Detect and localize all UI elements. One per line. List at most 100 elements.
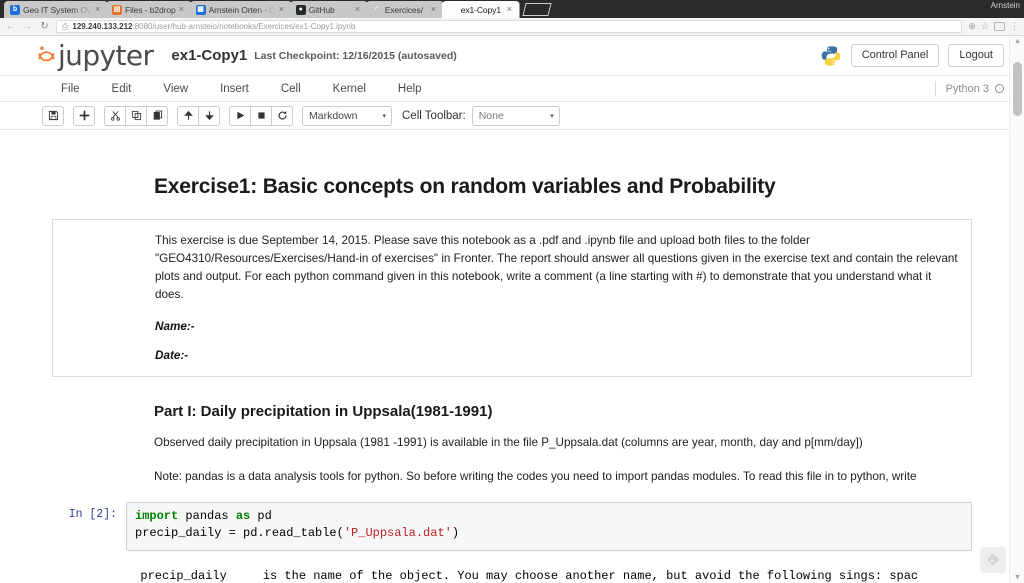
browser-tab-title: Arnstein Orten - O <box>208 4 276 15</box>
kernel-indicator[interactable]: Python 3 <box>934 81 1004 96</box>
notebook-title[interactable]: Exercise1: Basic concepts on random vari… <box>154 175 985 199</box>
paste-cell-button[interactable] <box>146 105 168 126</box>
keyword-as: as <box>235 509 251 524</box>
close-icon[interactable]: × <box>355 5 363 14</box>
code-text: ) <box>451 526 460 541</box>
part1-paragraph-2-text: Note: pandas is a data analysis tools fo… <box>154 470 917 484</box>
browser-urlbar: ← → ↻ ⎙ 129.240.133.212:8080/user/hub-ar… <box>0 18 1024 36</box>
code-cell[interactable]: In [2]: import pandas as pd precip_daily… <box>52 502 972 551</box>
page-info-icon[interactable]: ⎙ <box>62 22 68 32</box>
browser-tab-0[interactable]: b Geo IT System Ove × <box>4 1 108 18</box>
jupyter-icon: ◜ <box>375 6 379 13</box>
code-text: pandas <box>178 509 236 524</box>
toolbar-group-clipboard <box>104 105 168 126</box>
intro-markdown-cell[interactable]: This exercise is due September 14, 2015.… <box>52 219 972 378</box>
logout-button[interactable]: Logout <box>948 44 1004 67</box>
insert-cell-below-button[interactable] <box>73 105 95 126</box>
browser-tab-title: GitHub <box>308 4 335 15</box>
menu-view[interactable]: View <box>147 83 204 95</box>
browser-tab-3[interactable]: ● GitHub × <box>289 1 368 18</box>
browser-tab-2[interactable]: ▦ Arnstein Orten - O × <box>189 1 292 18</box>
blue-doc-icon: b <box>10 4 20 15</box>
browser-tabstrip: b Geo IT System Ove × ▤ Files - b2drop ×… <box>0 0 1024 18</box>
jupyter-header: jupyter ex1-Copy1 Last Checkpoint: 12/16… <box>0 36 1024 76</box>
url-path: :8080/user/hub-arnsteio/notebooks/Exerci… <box>132 22 356 31</box>
menu-edit[interactable]: Edit <box>96 83 148 95</box>
cut-cell-button[interactable] <box>104 105 126 126</box>
cast-icon[interactable] <box>994 22 1005 31</box>
part1-paragraph-1[interactable]: Observed daily precipitation in Uppsala … <box>154 434 985 452</box>
close-icon[interactable]: × <box>431 5 439 14</box>
browser-tab-4[interactable]: ◜ Exercices/ × <box>365 1 444 18</box>
chevron-down-icon: ▾ <box>382 112 386 120</box>
scrollbar-thumb[interactable] <box>1013 62 1022 116</box>
kernel-idle-icon <box>995 84 1004 93</box>
browser-tab-title: Exercices/ <box>384 4 423 15</box>
close-icon[interactable]: × <box>279 5 287 14</box>
browser-tab-title: Geo IT System Ove <box>23 4 92 15</box>
browser-tab-1[interactable]: ▤ Files - b2drop × <box>106 1 192 18</box>
python-logo-icon <box>820 45 842 67</box>
blue-app-icon: ▦ <box>195 4 206 15</box>
jupyter-wordmark: jupyter <box>58 38 154 72</box>
zoom-icon[interactable]: ⊕ <box>968 21 976 32</box>
jupyter-logo[interactable]: jupyter <box>38 38 154 72</box>
menu-insert[interactable]: Insert <box>204 83 265 95</box>
move-cell-up-button[interactable] <box>177 105 199 126</box>
move-cell-down-button[interactable] <box>198 105 220 126</box>
browser-menu-icon[interactable]: ⋮ <box>1010 21 1019 32</box>
page-scrollbar[interactable]: ▲ ▼ <box>1009 36 1024 583</box>
keyword-import: import <box>135 509 179 524</box>
output-markdown-cell[interactable]: precip_daily is the name of the object. … <box>52 567 972 583</box>
jupyter-toolbar: Markdown ▾ Cell Toolbar: None ▾ <box>0 102 1024 130</box>
last-checkpoint-label: Last Checkpoint: 12/16/2015 (autosaved) <box>254 49 457 62</box>
code-cell-input[interactable]: import pandas as pd precip_daily = pd.re… <box>126 502 972 551</box>
page-corner-badge-icon[interactable] <box>980 547 1006 573</box>
interrupt-kernel-button[interactable] <box>250 105 272 126</box>
back-icon[interactable]: ← <box>5 21 16 32</box>
forward-icon[interactable]: → <box>22 21 33 32</box>
bookmark-star-icon[interactable]: ☆ <box>981 21 989 32</box>
jupyter-notebook-page: jupyter ex1-Copy1 Last Checkpoint: 12/16… <box>0 36 1024 583</box>
run-cell-button[interactable] <box>229 105 251 126</box>
scroll-down-icon[interactable]: ▼ <box>1014 574 1021 581</box>
close-icon[interactable]: × <box>179 5 187 14</box>
output-line-1: precip_daily is the name of the object. … <box>126 568 919 583</box>
restart-kernel-button[interactable] <box>271 105 293 126</box>
toolbar-group-move <box>177 105 220 126</box>
code-string-literal: 'P_Uppsala.dat' <box>343 526 452 541</box>
toolbar-group-save <box>42 105 64 126</box>
url-host: 129.240.133.212 <box>72 22 133 31</box>
menu-file[interactable]: File <box>45 83 96 95</box>
new-tab-button[interactable] <box>522 3 552 16</box>
notebook-name[interactable]: ex1-Copy1 <box>171 47 247 64</box>
reload-icon[interactable]: ↻ <box>39 21 50 32</box>
close-icon[interactable]: × <box>507 5 515 14</box>
copy-cell-button[interactable] <box>125 105 147 126</box>
jupyter-header-actions: Control Panel Logout <box>820 44 1004 67</box>
output-prompt-spacer <box>52 567 126 583</box>
part1-heading[interactable]: Part I: Daily precipitation in Uppsala(1… <box>154 403 985 420</box>
code-line-2: precip_daily = pd.read_table('P_Uppsala.… <box>135 525 963 542</box>
url-input[interactable]: ⎙ 129.240.133.212:8080/user/hub-arnsteio… <box>56 20 963 33</box>
cell-type-select[interactable]: Markdown ▾ <box>302 105 392 126</box>
date-field-label: Date:- <box>155 349 189 363</box>
jupyter-icon: ◜ <box>451 6 455 13</box>
menu-help[interactable]: Help <box>382 83 438 95</box>
part1-paragraph-2[interactable]: Note: pandas is a data analysis tools fo… <box>154 468 985 486</box>
profile-label[interactable]: Arnstein <box>991 1 1020 10</box>
toolbar-group-run <box>229 105 293 126</box>
close-icon[interactable]: × <box>95 5 103 14</box>
browser-tab-title: ex1-Copy1 <box>460 4 501 15</box>
control-panel-button[interactable]: Control Panel <box>850 44 940 67</box>
menu-cell[interactable]: Cell <box>265 83 317 95</box>
cell-toolbar-select[interactable]: None ▾ <box>471 105 560 126</box>
notebook-container: Exercise1: Basic concepts on random vari… <box>39 131 985 583</box>
notebook-scroll-area[interactable]: Exercise1: Basic concepts on random vari… <box>0 131 1024 583</box>
browser-tab-5-active[interactable]: ◜ ex1-Copy1 × <box>441 1 520 18</box>
menu-kernel[interactable]: Kernel <box>317 83 382 95</box>
scroll-up-icon[interactable]: ▲ <box>1014 38 1021 45</box>
save-button[interactable] <box>42 105 64 126</box>
part1-paragraph-1-text: Observed daily precipitation in Uppsala … <box>154 436 863 450</box>
